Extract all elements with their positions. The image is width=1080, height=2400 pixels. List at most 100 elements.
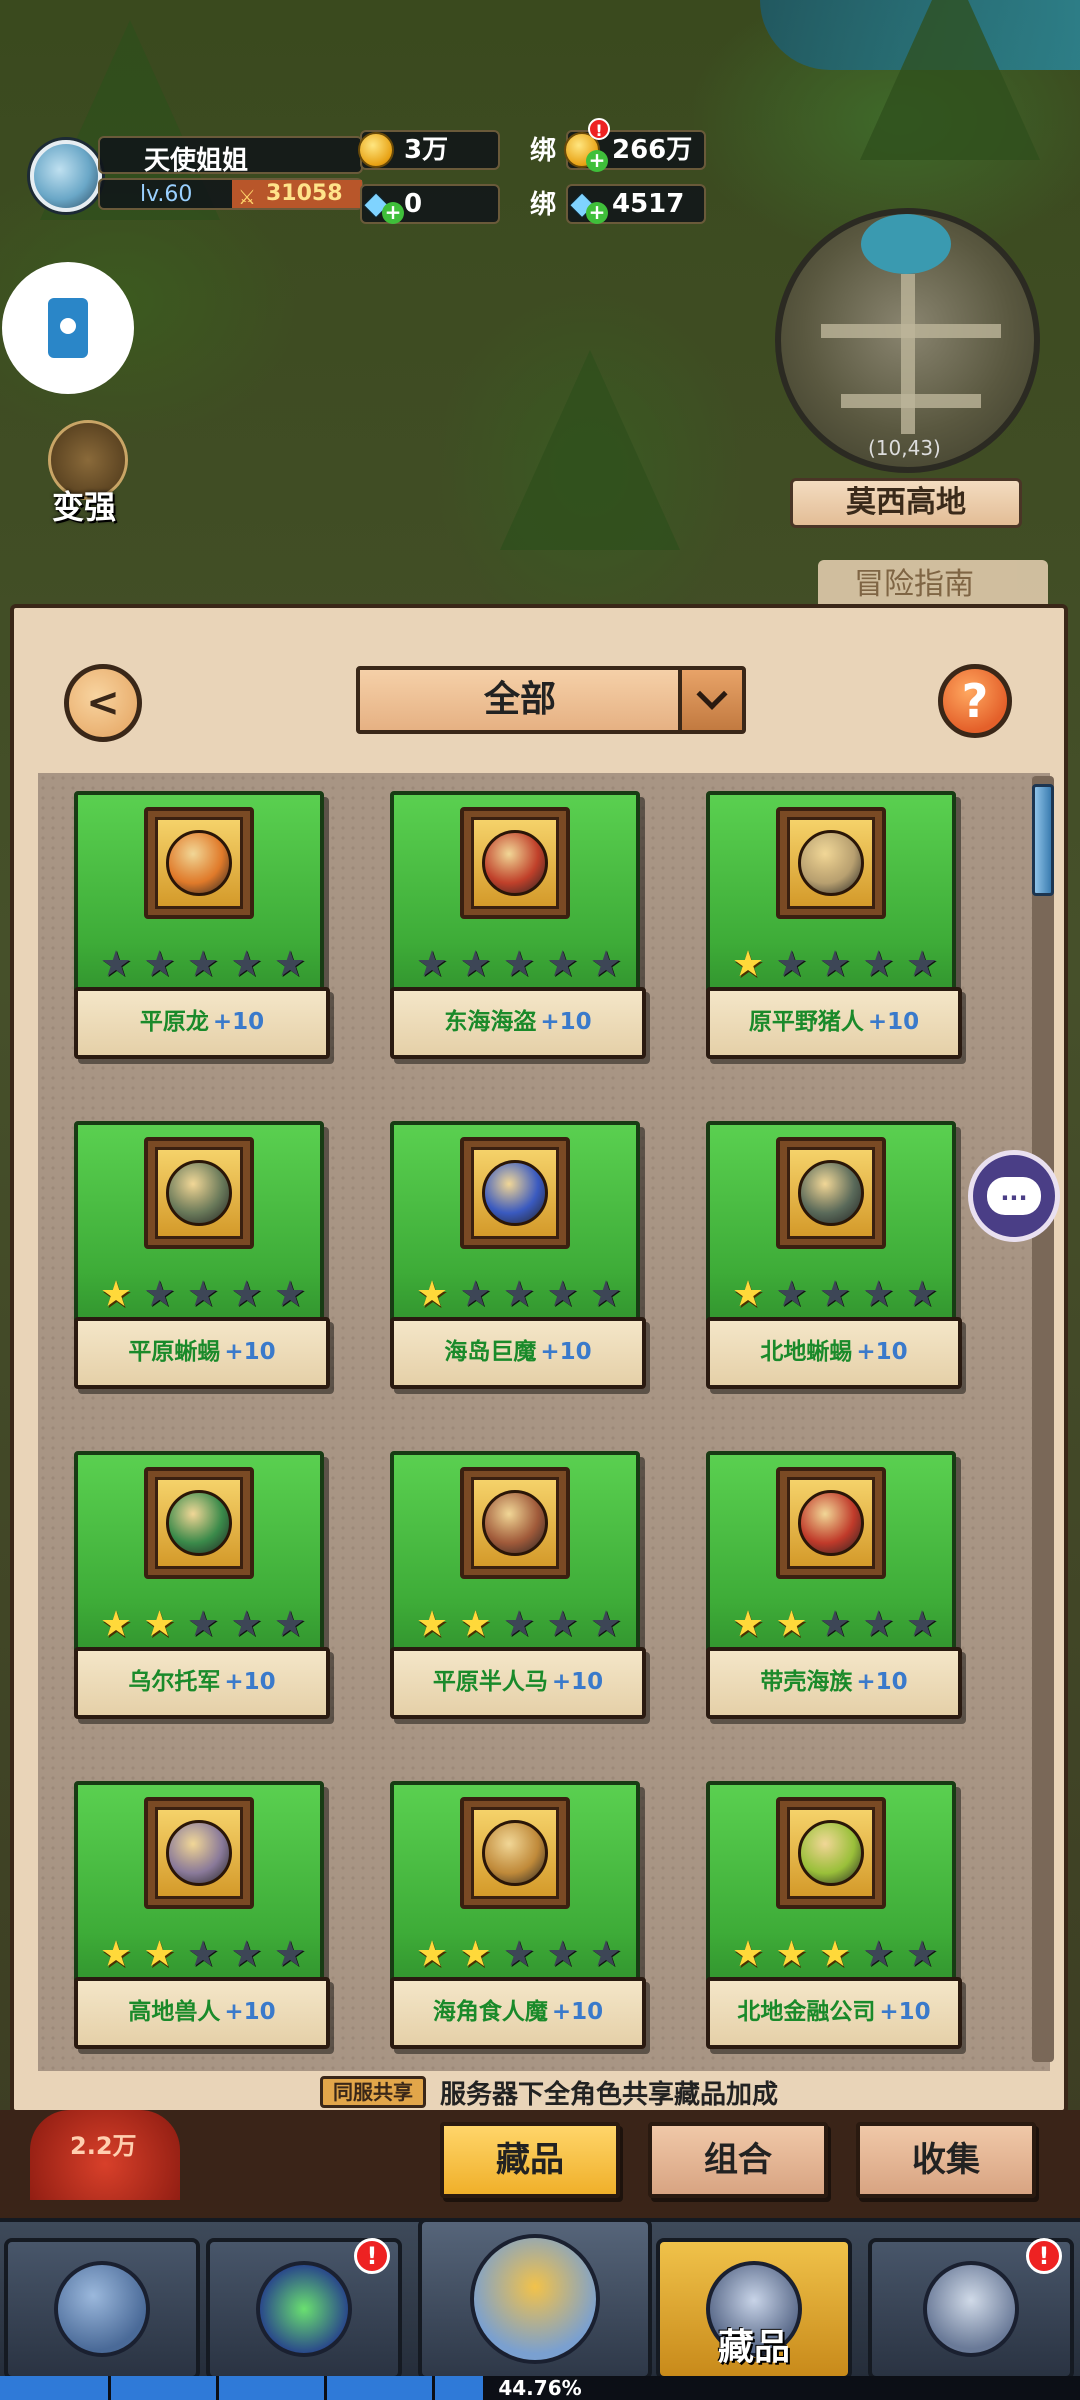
tab-collection[interactable]: 藏品 — [440, 2122, 620, 2198]
collection-card[interactable]: ★ ★ ★ ★ ★ 海角食人魔 +10 — [390, 1781, 646, 2061]
bound-diamond-counter[interactable]: ◆ + 4517 — [566, 184, 706, 224]
nav-castle[interactable]: ! — [868, 2238, 1074, 2380]
star-empty-icon: ★ — [143, 1274, 176, 1315]
star-filled-icon: ★ — [818, 1934, 852, 1975]
help-button[interactable]: ? — [938, 664, 1012, 738]
collection-card[interactable]: ★ ★ ★ ★ ★ 高地兽人 +10 — [74, 1781, 330, 2061]
star-empty-icon: ★ — [818, 1274, 852, 1315]
map-location-name[interactable]: 莫西高地 — [790, 478, 1022, 528]
monster-level: +10 — [212, 1009, 265, 1035]
gold-counter[interactable]: 3万 — [358, 130, 500, 170]
monster-portrait — [776, 807, 886, 919]
star-filled-icon: ★ — [415, 1274, 449, 1315]
star-empty-icon: ★ — [230, 1274, 263, 1315]
diamond-counter[interactable]: ◆ + 0 — [360, 184, 500, 224]
monster-name: 北地金融公司 — [737, 1999, 876, 2025]
star-empty-icon: ★ — [818, 944, 852, 985]
map-coordinates: (10,43) — [868, 436, 941, 460]
star-empty-icon: ★ — [546, 944, 579, 985]
nav-hero[interactable]: ! — [206, 2238, 402, 2380]
monster-portrait — [144, 1797, 254, 1909]
nav-battle[interactable] — [418, 2218, 652, 2380]
collection-card[interactable]: ★ ★ ★ ★ ★ 北地金融公司 +10 — [706, 1781, 962, 2061]
star-filled-icon: ★ — [775, 1604, 808, 1645]
chat-button[interactable]: ... — [968, 1150, 1060, 1242]
collection-card[interactable]: ★ ★ ★ ★ ★ 平原蜥蜴 +10 — [74, 1121, 330, 1401]
alert-badge: ! — [354, 2238, 390, 2274]
star-empty-icon: ★ — [502, 1604, 536, 1645]
monster-face-icon — [798, 830, 864, 896]
bound-gold-value: 266万 — [612, 135, 693, 165]
scroll-thumb[interactable] — [1032, 784, 1054, 896]
monster-portrait — [144, 807, 254, 919]
collection-card[interactable]: ★ ★ ★ ★ ★ 平原龙 +10 — [74, 791, 330, 1071]
adventure-guide-tab[interactable]: 冒险指南 — [818, 560, 1048, 610]
back-arrow-icon: < — [86, 680, 120, 726]
collection-card[interactable]: ★ ★ ★ ★ ★ 海岛巨魔 +10 — [390, 1121, 646, 1401]
nav-collection[interactable]: 藏品 — [656, 2238, 852, 2380]
monster-face-icon — [482, 1160, 548, 1226]
monster-level: +10 — [551, 1999, 604, 2025]
collection-grid[interactable]: ★ ★ ★ ★ ★ 平原龙 +10 ★ ★ ★ ★ ★ 东海海盗 +10 ★ ★ ★ ★ ★ 原平野猪人 +10 ★ ★ ★ ★… — [38, 773, 1050, 2071]
bottom-navigation: ! 藏品 ! — [0, 2218, 1080, 2380]
collection-card[interactable]: ★ ★ ★ ★ ★ 带壳海族 +10 — [706, 1451, 962, 1731]
star-empty-icon: ★ — [862, 944, 895, 985]
star-empty-icon: ★ — [589, 944, 623, 985]
monster-name: 东海海盗 — [444, 1009, 537, 1035]
star-rating: ★ ★ ★ ★ ★ — [730, 947, 940, 983]
filter-dropdown[interactable]: 全部 — [356, 666, 746, 734]
monster-portrait — [144, 1137, 254, 1249]
star-empty-icon: ★ — [502, 1274, 536, 1315]
star-empty-icon: ★ — [415, 944, 449, 985]
add-diamond-icon[interactable]: + — [586, 202, 608, 224]
star-rating: ★ ★ ★ ★ ★ — [414, 1607, 624, 1643]
star-filled-icon: ★ — [143, 1604, 176, 1645]
nav-rock[interactable] — [4, 2238, 200, 2380]
boss-value: 2.2万 — [70, 2132, 137, 2160]
player-info[interactable]: 天使姐姐 lv.60 ⚔ 31058 — [30, 132, 363, 212]
star-empty-icon: ★ — [546, 1934, 579, 1975]
player-avatar[interactable] — [30, 140, 102, 212]
tab-gather[interactable]: 收集 — [856, 2122, 1036, 2198]
star-filled-icon: ★ — [99, 1934, 133, 1975]
star-filled-icon: ★ — [143, 1934, 176, 1975]
chevron-down-icon[interactable] — [678, 670, 742, 730]
monster-face-icon — [166, 1160, 232, 1226]
monster-level: +10 — [224, 1999, 276, 2025]
bound-gold-counter[interactable]: + ! 266万 — [564, 118, 706, 172]
star-rating: ★ ★ ★ ★ ★ — [98, 1937, 308, 1973]
minimap-path — [841, 394, 981, 408]
minimap[interactable] — [775, 208, 1040, 473]
monster-face-icon — [798, 1160, 864, 1226]
monster-portrait — [144, 1467, 254, 1579]
star-filled-icon: ★ — [731, 1274, 765, 1315]
collection-card[interactable]: ★ ★ ★ ★ ★ 北地蜥蜴 +10 — [706, 1121, 962, 1401]
player-level-bar: lv.60 ⚔ 31058 — [98, 178, 363, 210]
player-name: 天使姐姐 — [98, 136, 363, 176]
strengthen-label[interactable]: 变强 — [52, 482, 116, 528]
collection-card[interactable]: ★ ★ ★ ★ ★ 平原半人马 +10 — [390, 1451, 646, 1731]
star-rating: ★ ★ ★ ★ ★ — [730, 1937, 940, 1973]
star-rating: ★ ★ ★ ★ ★ — [414, 1277, 624, 1313]
collection-card[interactable]: ★ ★ ★ ★ ★ 东海海盗 +10 — [390, 791, 646, 1071]
star-rating: ★ ★ ★ ★ ★ — [98, 1277, 308, 1313]
monster-name: 高地兽人 — [128, 1999, 221, 2025]
collection-card[interactable]: ★ ★ ★ ★ ★ 原平野猪人 +10 — [706, 791, 962, 1071]
card-nameplate: 北地金融公司 +10 — [706, 1977, 962, 2049]
monster-level: +10 — [540, 1339, 592, 1365]
card-nameplate: 海岛巨魔 +10 — [390, 1317, 646, 1389]
diamond-value: 0 — [404, 189, 423, 219]
add-gold-icon[interactable]: + — [586, 150, 608, 172]
card-nameplate: 北地蜥蜴 +10 — [706, 1317, 962, 1389]
minimap-path — [901, 274, 915, 434]
signal-button[interactable] — [2, 262, 134, 394]
star-empty-icon: ★ — [818, 1604, 852, 1645]
monster-portrait — [460, 1467, 570, 1579]
scrollbar[interactable] — [1032, 776, 1054, 2062]
back-button[interactable]: < — [64, 664, 142, 742]
star-filled-icon: ★ — [459, 1604, 492, 1645]
tab-combination[interactable]: 组合 — [648, 2122, 828, 2198]
monster-face-icon — [482, 1820, 548, 1886]
add-diamond-icon[interactable]: + — [382, 202, 404, 224]
collection-card[interactable]: ★ ★ ★ ★ ★ 乌尔托军 +10 — [74, 1451, 330, 1731]
